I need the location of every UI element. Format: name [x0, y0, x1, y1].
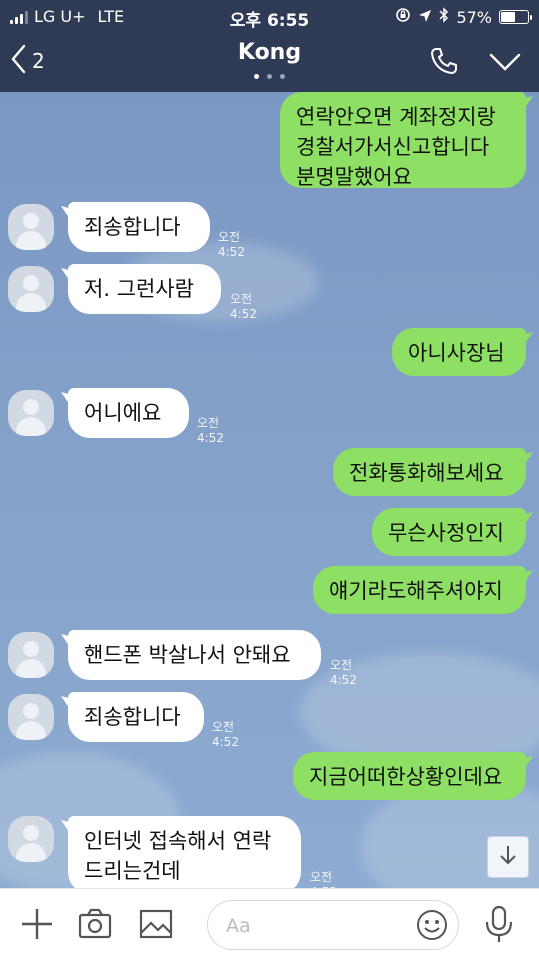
chevron-down-icon [489, 53, 521, 76]
battery-percent: 57% [456, 7, 492, 27]
location-icon [418, 8, 432, 27]
message-text-line: 경찰서가서신고합니다 [296, 135, 490, 159]
message-meta: 오전 4:52 [212, 720, 239, 750]
message-time: 오전 4:52 [230, 292, 257, 321]
message-bubble[interactable]: 저. 그런사람 [68, 264, 221, 314]
message-text-line: 분명말했어요 [296, 165, 412, 189]
status-bar: LG U+ LTE 오후 6:55 57% [0, 0, 539, 34]
image-icon [139, 909, 173, 945]
message-text-line: 인터넷 접속해서 연락 [84, 829, 272, 853]
microphone-icon [484, 905, 514, 947]
avatar[interactable] [8, 632, 54, 678]
voice-button[interactable] [484, 905, 514, 947]
camera-icon [78, 908, 112, 945]
phone-icon [429, 48, 459, 80]
gallery-button[interactable] [139, 907, 173, 945]
message-text-line: 연락안오면 계좌정지랑 [296, 105, 496, 129]
message-text-line: 무슨사정인지 [388, 521, 504, 545]
avatar[interactable] [8, 816, 54, 862]
message-text-line: 얘기라도해주셔야지 [329, 579, 503, 603]
message-text-line: 죄송합니다 [84, 215, 181, 239]
input-bar [0, 888, 539, 960]
message-bubble[interactable]: 죄송합니다 [68, 692, 204, 742]
message-meta: 오전 4:52 [310, 870, 337, 888]
avatar[interactable] [8, 204, 54, 250]
emoji-button[interactable] [416, 909, 448, 945]
message-text-line: 아니사장님 [408, 341, 505, 365]
message-bubble[interactable]: 무슨사정인지 [372, 508, 526, 556]
message-text-line: 죄송합니다 [84, 705, 181, 729]
message-meta: 오전 4:52 [330, 658, 357, 688]
arrow-down-icon [497, 844, 519, 870]
message-meta: 오전 4:52 [197, 416, 224, 446]
message-bubble[interactable]: 얘기라도해주셔야지 [313, 566, 526, 614]
chat-area[interactable]: 연락안오면 계좌정지랑경찰서가서신고합니다분명말했어요읽음오전 4:51죄송합니… [0, 92, 539, 888]
message-time: 오전 4:52 [197, 416, 224, 445]
menu-button[interactable] [489, 52, 521, 76]
message-time: 오전 4:52 [212, 720, 239, 749]
chat-header: 2 Kong [0, 34, 539, 92]
call-button[interactable] [429, 46, 459, 80]
message-bubble[interactable]: 연락안오면 계좌정지랑경찰서가서신고합니다분명말했어요 [280, 92, 526, 189]
message-meta: 오전 4:52 [218, 230, 245, 260]
avatar[interactable] [8, 694, 54, 740]
avatar[interactable] [8, 266, 54, 312]
message-bubble[interactable]: 어니에요 [68, 388, 189, 438]
status-right: 57% [395, 7, 532, 27]
message-bubble[interactable]: 전화통화해보세요 [333, 448, 526, 496]
message-input[interactable] [226, 913, 406, 939]
battery-icon [499, 10, 532, 24]
message-text-line: 지금어떠한상황인데요 [309, 765, 503, 789]
emoji-icon [416, 910, 448, 945]
rotation-lock-icon [395, 7, 411, 27]
message-text-line: 전화통화해보세요 [349, 461, 504, 485]
message-bubble[interactable]: 인터넷 접속해서 연락드리는건데 [68, 816, 301, 888]
message-text-line: 드리는건데 [84, 859, 181, 883]
message-text-line: 어니에요 [84, 401, 162, 425]
message-time: 오전 4:52 [310, 870, 337, 888]
add-button[interactable] [20, 907, 54, 945]
message-input-wrapper [207, 900, 459, 950]
message-time: 오전 4:52 [218, 230, 245, 259]
scroll-down-button[interactable] [487, 836, 529, 878]
message-meta: 오전 4:52 [230, 292, 257, 322]
plus-icon [20, 909, 54, 945]
bluetooth-icon [439, 7, 449, 27]
message-bubble[interactable]: 아니사장님 [392, 328, 526, 376]
message-text-line: 저. 그런사람 [84, 277, 194, 301]
message-bubble[interactable]: 죄송합니다 [68, 202, 210, 252]
camera-button[interactable] [78, 907, 112, 945]
message-time: 오전 4:52 [330, 658, 357, 687]
message-bubble[interactable]: 핸드폰 박살나서 안돼요 [68, 630, 321, 680]
message-text-line: 핸드폰 박살나서 안돼요 [84, 643, 291, 667]
avatar[interactable] [8, 390, 54, 436]
message-bubble[interactable]: 지금어떠한상황인데요 [293, 752, 526, 800]
